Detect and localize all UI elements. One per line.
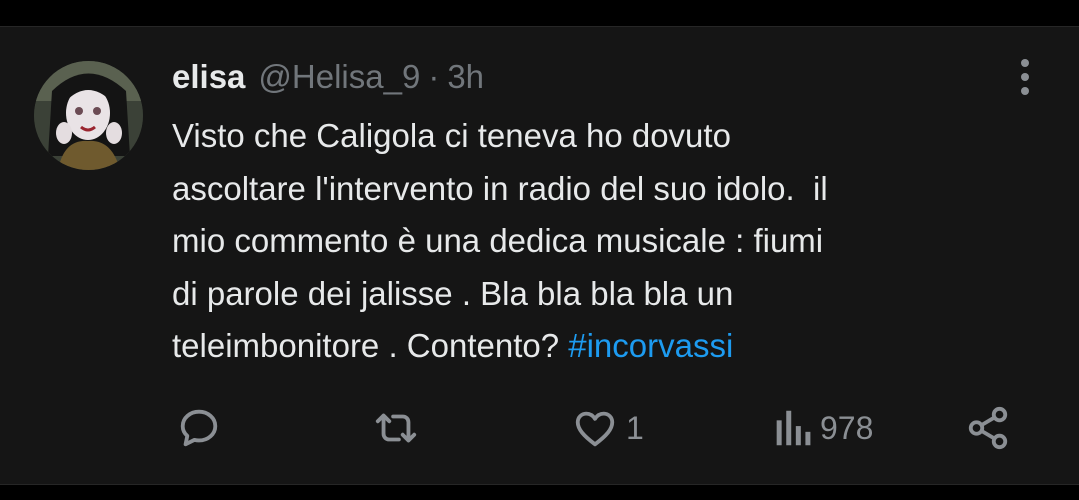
tweet-text-line: ascoltare l'intervento in radio del suo … (172, 169, 828, 207)
like-button[interactable]: 1 (572, 405, 644, 451)
tweet-text-line: mio commento è una dedica musicale : fiu… (172, 222, 824, 259)
reply-icon (180, 409, 218, 447)
reply-button[interactable] (176, 405, 222, 451)
tweet-text-line: Visto che Caligola ci teneva ho dovuto (172, 117, 731, 154)
tweet-text: Visto che Caligola ci teneva ho dovuto a… (172, 110, 1032, 373)
more-options-icon[interactable] (1010, 57, 1040, 97)
retweet-icon (375, 413, 417, 443)
separator-dot: · (428, 58, 440, 95)
tweet-text-line: teleimbonitore . Contento? #incorvassi (172, 320, 1032, 373)
display-name[interactable]: elisa (172, 58, 245, 96)
tweet[interactable]: elisa @Helisa_9 · 3h Visto che Caligola … (0, 26, 1079, 485)
heart-icon (575, 411, 615, 447)
tweet-text-line: di parole dei jalisse . Bla bla bla bla … (172, 274, 734, 312)
view-count: 978 (820, 409, 874, 446)
hashtag-link[interactable]: #incorvassi (568, 327, 733, 364)
share-button[interactable] (965, 405, 1011, 451)
retweet-button[interactable] (371, 405, 421, 451)
like-count: 1 (626, 409, 644, 446)
timestamp[interactable]: 3h (447, 58, 484, 96)
avatar[interactable] (34, 61, 143, 170)
views-button[interactable]: 978 (772, 405, 873, 451)
tweet-text-fragment: teleimbonitore . Contento? (172, 327, 569, 364)
tweet-header: elisa @Helisa_9 · 3h (172, 58, 484, 96)
share-icon (968, 406, 1008, 450)
user-handle[interactable]: @Helisa_9 (258, 58, 420, 96)
views-icon (776, 410, 811, 446)
